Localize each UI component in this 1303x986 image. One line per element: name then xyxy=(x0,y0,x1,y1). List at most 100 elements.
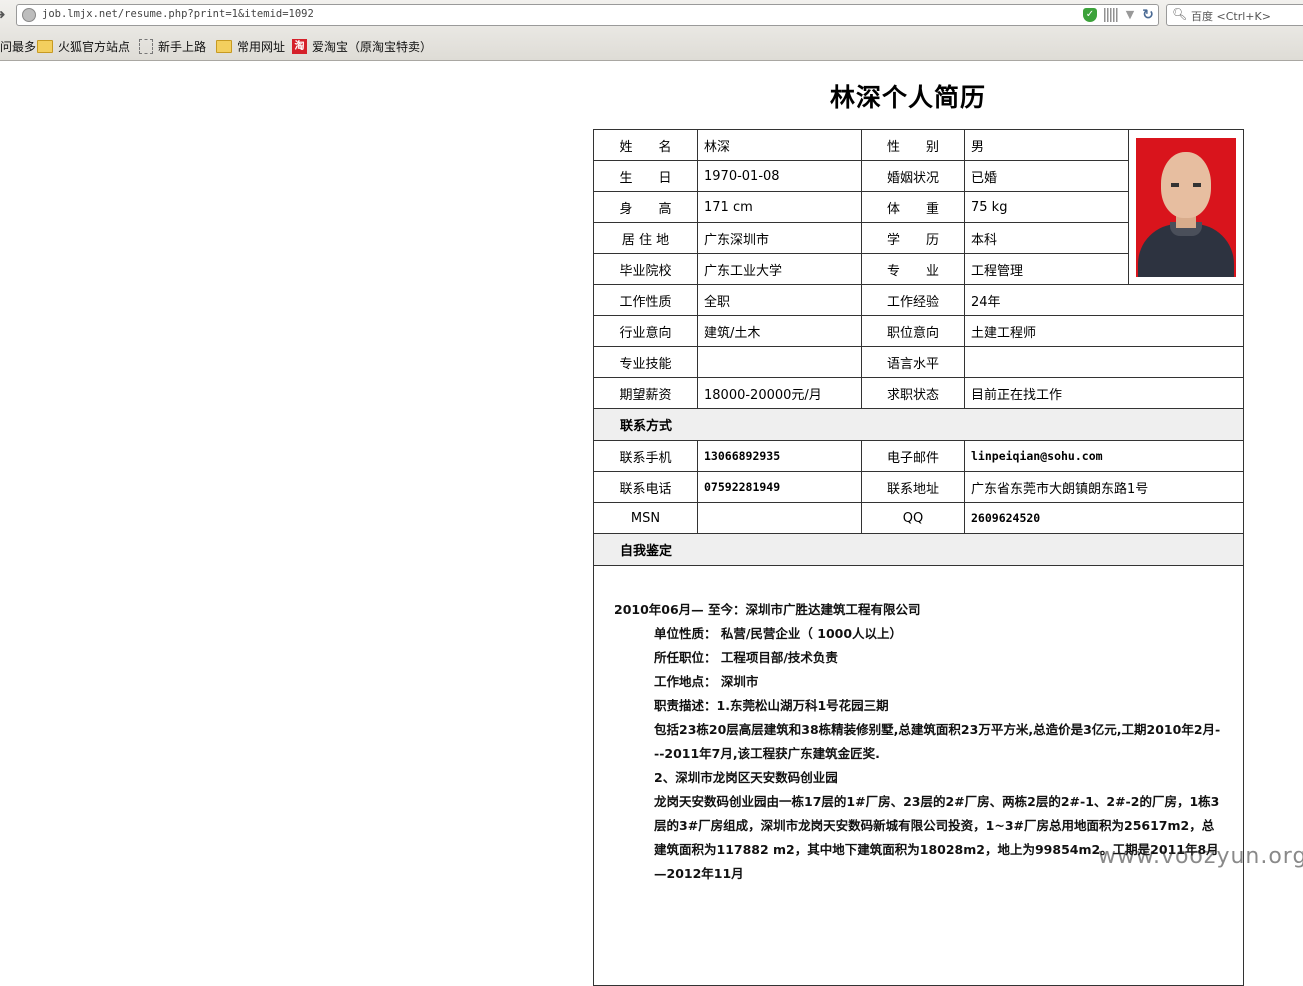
label-industry: 行业意向 xyxy=(593,315,698,347)
value-education: 本科 xyxy=(964,222,1129,254)
value-name: 林深 xyxy=(697,129,862,161)
table-row: 2010年06月— 至今：深圳市广胜达建筑工程有限公司 单位性质： 私营/民营企… xyxy=(593,565,1244,986)
value-address: 广东省东莞市大朗镇朗东路1号 xyxy=(964,471,1244,503)
table-row: 专业技能 语言水平 xyxy=(593,346,1244,378)
duty-desc-2: 龙岗天安数码创业园由一栋17层的1#厂房、23层的2#厂房、两栋2层的2#-1、… xyxy=(654,794,1220,881)
value-weight: 75 kg xyxy=(964,191,1129,223)
globe-icon xyxy=(22,8,36,22)
value-school: 广东工业大学 xyxy=(697,253,862,285)
search-input[interactable]: 百度 <Ctrl+K> xyxy=(1191,8,1271,24)
label-gender: 性 别 xyxy=(861,129,965,161)
value-salary: 18000-20000元/月 xyxy=(697,377,862,409)
label-qq: QQ xyxy=(861,502,965,534)
label-address: 联系地址 xyxy=(861,471,965,503)
table-row: 联系手机 13066892935 电子邮件 linpeiqian@sohu.co… xyxy=(593,440,1244,472)
bookmark-firefox-site[interactable]: 火狐官方站点 xyxy=(37,36,130,56)
url-text[interactable]: job.lmjx.net/resume.php?print=1&itemid=1… xyxy=(42,8,314,20)
taobao-icon: 淘 xyxy=(292,38,307,54)
label-job-type: 工作性质 xyxy=(593,284,698,316)
duty-heading: 职责描述：1.东莞松山湖万科1号花园三期 xyxy=(654,698,889,713)
bookmark-label: 常用网址 xyxy=(237,39,286,54)
label-marital: 婚姻状况 xyxy=(861,160,965,192)
job-position: 所任职位： 工程项目部/技术负责 xyxy=(654,650,838,665)
label-name: 姓 名 xyxy=(593,129,698,161)
qr-code-icon[interactable] xyxy=(1104,8,1118,22)
value-marital: 已婚 xyxy=(964,160,1129,192)
work-location: 工作地点： 深圳市 xyxy=(654,674,759,689)
label-language: 语言水平 xyxy=(861,346,965,378)
label-height: 身 高 xyxy=(593,191,698,223)
label-email: 电子邮件 xyxy=(861,440,965,472)
value-mobile: 13066892935 xyxy=(697,440,862,472)
self-evaluation-cell: 2010年06月— 至今：深圳市广胜达建筑工程有限公司 单位性质： 私营/民营企… xyxy=(593,565,1244,986)
value-language xyxy=(964,346,1244,378)
label-mobile: 联系手机 xyxy=(593,440,698,472)
label-status: 求职状态 xyxy=(861,377,965,409)
browser-chrome: ➜ job.lmjx.net/resume.php?print=1&itemid… xyxy=(0,0,1303,61)
label-school: 毕业院校 xyxy=(593,253,698,285)
page-title: 林深个人简历 xyxy=(829,83,986,112)
photo-cell xyxy=(1128,129,1244,285)
label-position: 职位意向 xyxy=(861,315,965,347)
duty-desc-1: 包括23栋20层高层建筑和38栋精装修别墅,总建筑面积23万平方米,总造价是3亿… xyxy=(654,722,1221,761)
table-row: 联系电话 07592281949 联系地址 广东省东莞市大朗镇朗东路1号 xyxy=(593,471,1244,503)
value-job-type: 全职 xyxy=(697,284,862,316)
company-line: 2010年06月— 至今：深圳市广胜达建筑工程有限公司 xyxy=(614,602,921,617)
label-residence: 居 住 地 xyxy=(593,222,698,254)
value-gender: 男 xyxy=(964,129,1129,161)
value-major: 工程管理 xyxy=(964,253,1129,285)
table-row: 期望薪资 18000-20000元/月 求职状态 目前正在找工作 xyxy=(593,377,1244,409)
section-row: 自我鉴定 xyxy=(593,533,1244,566)
chevron-down-icon[interactable]: ▼ xyxy=(1123,8,1137,22)
bookmark-label: 新手上路 xyxy=(158,39,207,54)
label-birthday: 生 日 xyxy=(593,160,698,192)
work-experience: 2010年06月— 至今：深圳市广胜达建筑工程有限公司 单位性质： 私营/民营企… xyxy=(594,566,1243,886)
back-arrow-icon[interactable]: ➜ xyxy=(0,7,10,23)
search-box[interactable]: 🔍︎ 百度 <Ctrl+K> xyxy=(1166,4,1303,26)
table-row: 姓 名 林深 性 别 男 xyxy=(593,129,1244,285)
bookmark-common-sites[interactable]: 常用网址 xyxy=(216,36,285,56)
value-height: 171 cm xyxy=(697,191,862,223)
bookmark-most-visited[interactable]: 访问最多 xyxy=(0,36,36,56)
folder-icon xyxy=(216,39,232,53)
shield-icon[interactable]: ✓ xyxy=(1083,8,1097,22)
bookmark-getting-started[interactable]: 新手上路 xyxy=(139,36,206,56)
value-skills xyxy=(697,346,862,378)
value-position: 土建工程师 xyxy=(964,315,1244,347)
table-row: 行业意向 建筑/土木 职位意向 土建工程师 xyxy=(593,315,1244,347)
value-residence: 广东深圳市 xyxy=(697,222,862,254)
reload-icon[interactable]: ↻ xyxy=(1141,8,1155,22)
value-status: 目前正在找工作 xyxy=(964,377,1244,409)
url-bar[interactable]: job.lmjx.net/resume.php?print=1&itemid=1… xyxy=(16,4,1159,26)
label-skills: 专业技能 xyxy=(593,346,698,378)
label-education: 学 历 xyxy=(861,222,965,254)
value-industry: 建筑/土木 xyxy=(697,315,862,347)
label-experience: 工作经验 xyxy=(861,284,965,316)
label-major: 专 业 xyxy=(861,253,965,285)
bookmark-label: 火狐官方站点 xyxy=(58,39,131,54)
table-row: 工作性质 全职 工作经验 24年 xyxy=(593,284,1244,316)
bookmarks-toolbar: 访问最多 火狐官方站点 新手上路 常用网址 淘 爱淘宝（原淘宝特卖） xyxy=(0,36,1303,56)
section-contact: 联系方式 xyxy=(593,408,1244,441)
profile-photo xyxy=(1136,137,1236,277)
section-row: 联系方式 xyxy=(593,408,1244,441)
label-weight: 体 重 xyxy=(861,191,965,223)
value-qq: 2609624520 xyxy=(964,502,1244,534)
label-salary: 期望薪资 xyxy=(593,377,698,409)
folder-icon xyxy=(37,39,53,53)
section-self-evaluation: 自我鉴定 xyxy=(593,533,1244,566)
bookmark-label: 爱淘宝（原淘宝特卖） xyxy=(312,39,433,54)
label-msn: MSN xyxy=(593,502,698,534)
search-icon: 🔍︎ xyxy=(1172,7,1188,21)
value-experience: 24年 xyxy=(964,284,1244,316)
value-phone: 07592281949 xyxy=(697,471,862,503)
label-phone: 联系电话 xyxy=(593,471,698,503)
duty-heading-2: 2、深圳市龙岗区天安数码创业园 xyxy=(654,770,838,785)
page-icon xyxy=(139,38,153,54)
company-nature: 单位性质： 私营/民营企业（ 1000人以上） xyxy=(654,626,903,641)
bookmark-aitaobao[interactable]: 淘 爱淘宝（原淘宝特卖） xyxy=(292,36,432,56)
bookmark-label: 访问最多 xyxy=(0,39,37,54)
watermark: www.voozyun.org xyxy=(1098,844,1303,869)
value-birthday: 1970-01-08 xyxy=(697,160,862,192)
table-row: MSN QQ 2609624520 xyxy=(593,502,1244,534)
